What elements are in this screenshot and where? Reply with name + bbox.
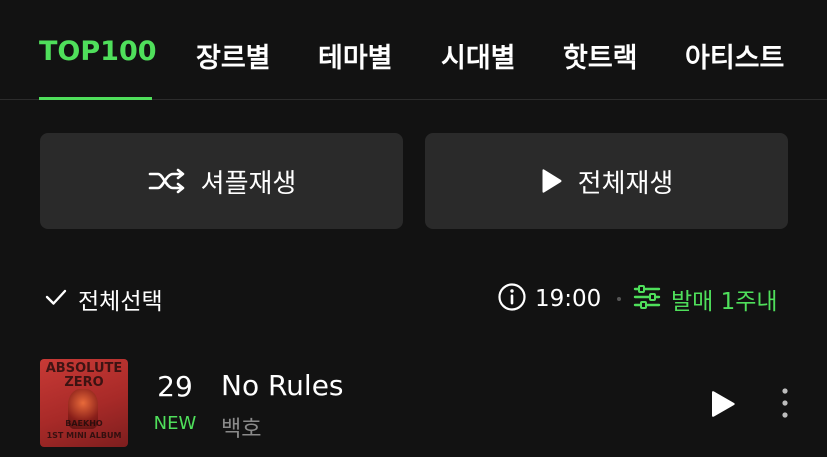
- album-cover[interactable]: ABSOLUTE ZERO BAEKHO 1ST MINI ALBUM: [40, 359, 128, 447]
- more-vertical-icon: [774, 388, 796, 426]
- play-all-label: 전체재생: [577, 168, 674, 199]
- rank-change-badge: NEW: [153, 413, 197, 434]
- tab-genre[interactable]: 장르별: [196, 36, 271, 75]
- album-cover-text: 1ST MINI ALBUM: [46, 431, 122, 440]
- album-cover-text: ZERO: [64, 375, 104, 390]
- tab-artist[interactable]: 아티스트: [685, 36, 784, 75]
- checkmark-icon: [44, 287, 68, 311]
- tab-top100[interactable]: TOP100: [39, 36, 157, 67]
- shuffle-play-label: 셔플재생: [200, 168, 297, 199]
- song-title[interactable]: No Rules: [221, 369, 344, 402]
- separator-dot: [617, 297, 621, 301]
- tab-era[interactable]: 시대별: [441, 36, 516, 75]
- play-icon: [708, 391, 738, 424]
- song-artist[interactable]: 백호: [221, 411, 261, 443]
- sliders-icon: [633, 284, 661, 314]
- shuffle-icon: [147, 167, 187, 195]
- update-time: 19:00: [535, 286, 602, 312]
- tab-theme[interactable]: 테마별: [318, 36, 393, 75]
- chart-update-time[interactable]: 19:00: [497, 282, 601, 316]
- category-tabs: TOP100 장르별 테마별 시대별 핫트랙 아티스트: [0, 0, 827, 100]
- select-all-label: 전체선택: [78, 289, 163, 315]
- album-cover-text: ABSOLUTE: [45, 361, 123, 376]
- play-all-button[interactable]: 전체재생: [425, 133, 788, 229]
- play-icon: [540, 167, 564, 195]
- info-icon: [497, 282, 527, 316]
- chart-page: TOP100 장르별 테마별 시대별 핫트랙 아티스트 셔플재생 전체재생 전체…: [0, 0, 827, 457]
- release-filter-label: 발매 1주내: [671, 289, 778, 315]
- select-all-toggle[interactable]: 전체선택: [44, 282, 163, 316]
- album-cover-text: BAEKHO: [65, 419, 103, 428]
- tab-hottrack[interactable]: 핫트랙: [563, 36, 638, 75]
- song-play-button[interactable]: [708, 388, 738, 420]
- active-tab-indicator: [39, 97, 152, 100]
- shuffle-play-button[interactable]: 셔플재생: [40, 133, 403, 229]
- song-rank: 29: [157, 370, 193, 403]
- song-row[interactable]: ABSOLUTE ZERO BAEKHO 1ST MINI ALBUM 29 N…: [0, 350, 827, 457]
- release-filter-button[interactable]: 발매 1주내: [633, 282, 778, 316]
- song-more-button[interactable]: [774, 386, 796, 422]
